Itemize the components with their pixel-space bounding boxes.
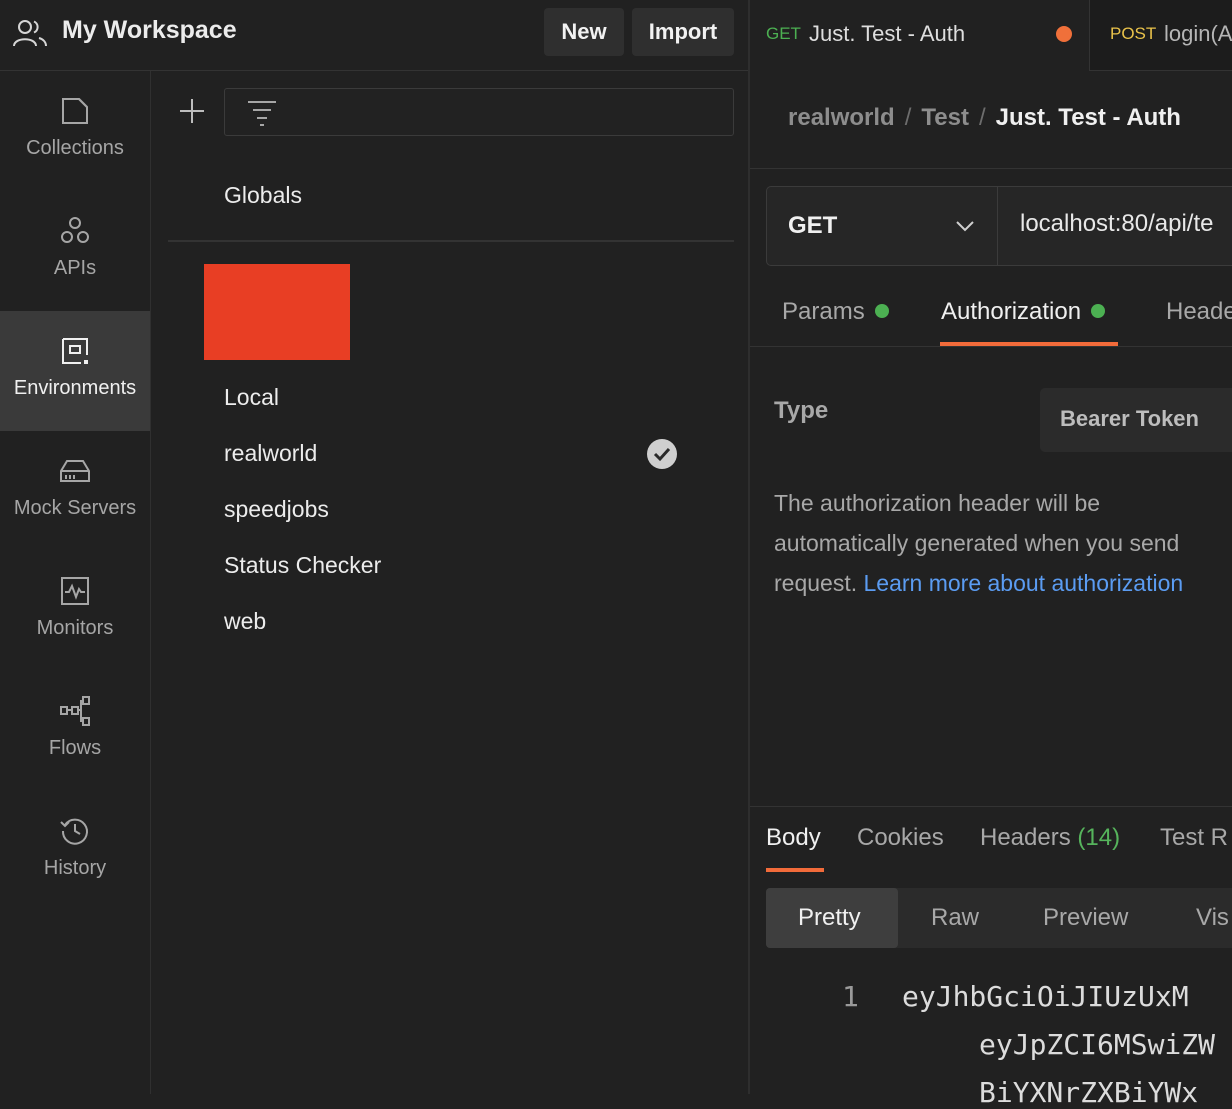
code-line: eyJhbGciOiJIUzUxM (902, 980, 1189, 1013)
sidebar-item-label: Flows (48, 737, 102, 759)
format-raw[interactable]: Raw (931, 904, 979, 932)
environments-icon (62, 338, 88, 364)
format-preview[interactable]: Preview (1043, 904, 1128, 932)
tab-params[interactable]: Params (782, 298, 889, 326)
chevron-down-icon (956, 221, 974, 232)
import-button[interactable]: Import (632, 8, 734, 56)
tab-method-post: POST (1110, 24, 1157, 43)
tab-cookies[interactable]: Cookies (857, 824, 944, 852)
sidebar-item-label: APIs (53, 257, 97, 279)
globals-item[interactable]: Globals (224, 182, 302, 209)
auth-help-text: The authorization header will be (774, 490, 1101, 516)
history-icon (60, 818, 88, 845)
team-icon[interactable] (12, 18, 48, 48)
response-divider[interactable] (750, 806, 1232, 807)
workspace-title[interactable]: My Workspace (62, 16, 237, 45)
code-line: eyJpZCI6MSwiZW (979, 1028, 1216, 1061)
auth-type-label: Type (774, 397, 829, 424)
sidebar-item-mock-servers[interactable]: Mock Servers (0, 431, 150, 551)
divider (750, 346, 1232, 347)
tab-title-login[interactable]: login(A (1164, 21, 1232, 47)
monitors-icon (61, 577, 89, 605)
format-pretty[interactable]: Pretty (798, 904, 861, 932)
breadcrumb: realworld / Test / Just. Test - Auth (788, 104, 1181, 132)
sidebar-item-environments[interactable]: Environments (0, 311, 150, 431)
method-value: GET (788, 212, 838, 239)
breadcrumb-separator: / (978, 104, 986, 131)
tab-body[interactable]: Body (766, 824, 821, 852)
tab-headers-label: Headers (980, 824, 1071, 851)
tab-headers[interactable]: Heade (1166, 298, 1232, 326)
breadcrumb-item-test[interactable]: Test (921, 104, 969, 131)
tab-authorization-label: Authorization (941, 298, 1082, 325)
code-line: BiYXNrZXBiYWx (979, 1076, 1199, 1109)
tab-test-results[interactable]: Test R (1160, 824, 1228, 852)
sidebar-item-collections[interactable]: Collections (0, 71, 150, 191)
learn-more-link[interactable]: Learn more about authorization (864, 570, 1184, 596)
auth-help-prefix: request. (774, 570, 864, 596)
sidebar-item-label: Environments (13, 377, 137, 399)
active-check-icon[interactable] (646, 438, 678, 470)
sidebar-item-label: Mock Servers (13, 497, 137, 519)
breadcrumb-current[interactable]: Just. Test - Auth (996, 104, 1181, 131)
sidebar-item-label: Monitors (36, 617, 114, 639)
tab-method-get: GET (766, 24, 801, 43)
redacted-block (204, 264, 350, 360)
breadcrumb-item-realworld[interactable]: realworld (788, 104, 895, 131)
sidebar-item-history[interactable]: History (0, 791, 150, 911)
sidebar: Collections APIs Environments Mock Serve… (0, 71, 151, 1094)
sidebar-item-apis[interactable]: APIs (0, 191, 150, 311)
url-value: localhost:80/api/te (1020, 210, 1214, 237)
filter-icon (248, 101, 276, 126)
sidebar-item-flows[interactable]: Flows (0, 671, 150, 791)
tab-params-label: Params (782, 298, 865, 325)
environment-item-web[interactable]: web (224, 608, 266, 635)
collections-icon (62, 98, 88, 124)
environment-item-speedjobs[interactable]: speedjobs (224, 496, 329, 523)
auth-help-text: request. Learn more about authorization (774, 570, 1183, 597)
flows-icon (60, 696, 90, 726)
format-visualize[interactable]: Vis (1196, 904, 1229, 932)
sidebar-item-label: Collections (26, 137, 124, 159)
filter-input[interactable] (224, 88, 734, 136)
sidebar-item-monitors[interactable]: Monitors (0, 551, 150, 671)
environments-panel (152, 71, 749, 1094)
params-indicator-dot (874, 303, 889, 318)
unsaved-indicator (1056, 26, 1072, 42)
breadcrumb-separator: / (904, 104, 912, 131)
environment-item-local[interactable]: Local (224, 384, 279, 411)
tab-authorization[interactable]: Authorization (941, 298, 1106, 326)
active-tab-indicator (766, 868, 824, 872)
tab-response-headers[interactable]: Headers (14) (980, 824, 1120, 852)
divider (168, 240, 734, 242)
sidebar-item-label: History (43, 857, 107, 879)
headers-count: (14) (1077, 824, 1121, 851)
add-environment-icon[interactable] (178, 96, 206, 126)
mock-servers-icon (60, 460, 90, 482)
auth-help-text: automatically generated when you send (774, 530, 1180, 556)
tab-title: Just. Test - Auth (809, 21, 966, 46)
apis-icon (61, 217, 89, 243)
environment-item-realworld[interactable]: realworld (224, 440, 317, 467)
authorization-indicator-dot (1091, 303, 1106, 318)
line-number: 1 (842, 980, 859, 1013)
panel-divider[interactable] (748, 0, 750, 1094)
new-button[interactable]: New (544, 8, 624, 56)
auth-type-value: Bearer Token (1060, 406, 1199, 431)
environment-item-status-checker[interactable]: Status Checker (224, 552, 381, 579)
divider (750, 168, 1232, 169)
